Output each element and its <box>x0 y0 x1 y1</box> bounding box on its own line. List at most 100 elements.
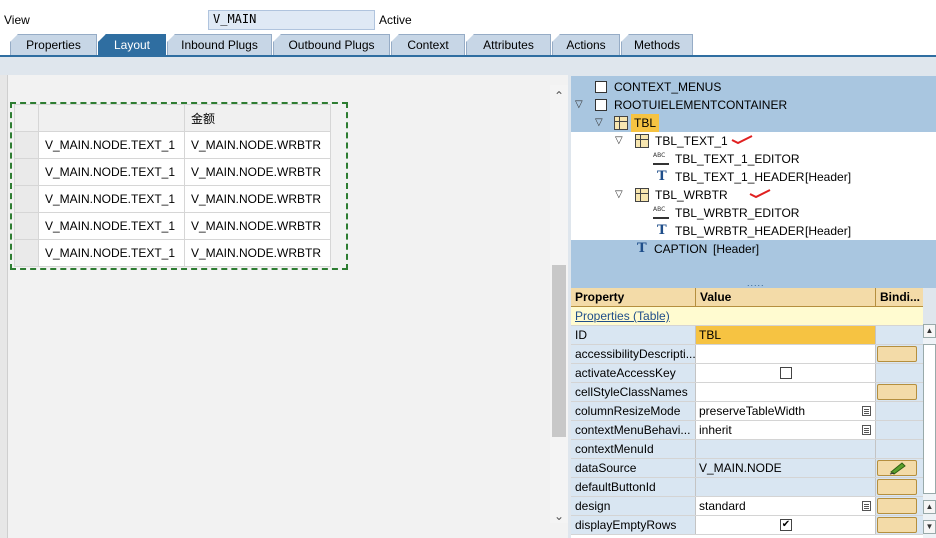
property-row-display-empty-rows[interactable]: displayEmptyRows ✔ <box>571 516 923 535</box>
scroll-up-icon[interactable]: ⌃ <box>552 89 566 103</box>
property-row-activate-access-key[interactable]: activateAccessKey <box>571 364 923 383</box>
property-value-dropdown[interactable]: standard <box>696 497 876 515</box>
binding-button[interactable] <box>877 517 917 533</box>
column-header-text-1 <box>38 104 185 132</box>
tree-node-tbl-wrbtr[interactable]: ▽ TBL_WRBTR <box>571 186 936 204</box>
layout-canvas[interactable]: 金额 V_MAIN.NODE.TEXT_1 V_MAIN.NODE.WRBTR … <box>0 57 568 538</box>
table-row: V_MAIN.NODE.TEXT_1 V_MAIN.NODE.WRBTR <box>14 239 331 267</box>
property-value-field[interactable]: TBL <box>696 326 876 344</box>
tab-layout[interactable]: Layout <box>98 34 166 56</box>
binding-column-header[interactable]: Bindi... <box>876 288 923 306</box>
scroll-down-icon[interactable]: ⌄ <box>552 509 566 523</box>
property-row-cell-style[interactable]: cellStyleClassNames <box>571 383 923 402</box>
property-grid-scrollbar[interactable]: ▲ ▲ ▼ <box>923 324 936 538</box>
table-cell-wrbtr: V_MAIN.NODE.WRBTR <box>184 158 331 186</box>
tree-node-context-menus[interactable]: CONTEXT_MENUS <box>571 78 936 96</box>
tree-node-label: CAPTION <box>654 242 708 256</box>
tree-node-root-container[interactable]: ▽ ROOTUIELEMENTCONTAINER <box>571 96 936 114</box>
dropdown-value: preserveTableWidth <box>699 404 806 418</box>
tree-node-tbl-text-1-editor[interactable]: ABC TBL_TEXT_1_EDITOR <box>571 150 936 168</box>
checkbox-unchecked[interactable] <box>780 367 792 379</box>
table-cell-text-1: V_MAIN.NODE.TEXT_1 <box>38 131 185 159</box>
canvas-vertical-scrollbar[interactable]: ⌃ ⌄ <box>550 85 568 523</box>
checkbox-checked[interactable]: ✔ <box>780 519 792 531</box>
binding-button[interactable] <box>877 384 917 400</box>
property-name: contextMenuBehavi... <box>571 421 696 439</box>
tab-methods[interactable]: Methods <box>621 34 693 56</box>
tree-node-tbl-text-1[interactable]: ▽ TBL_TEXT_1 <box>571 132 936 150</box>
value-column-header[interactable]: Value <box>696 288 876 306</box>
property-value-dropdown[interactable]: preserveTableWidth <box>696 402 876 420</box>
binding-button[interactable] <box>877 346 917 362</box>
tree-node-label: CONTEXT_MENUS <box>614 80 722 94</box>
property-value-field[interactable]: V_MAIN.NODE <box>696 459 876 477</box>
binding-cell <box>876 402 923 420</box>
property-name: design <box>571 497 696 515</box>
collapse-triangle-icon[interactable]: ▽ <box>575 96 583 114</box>
binding-button[interactable] <box>877 498 917 514</box>
scroll-up-icon[interactable]: ▲ <box>923 500 936 514</box>
view-header: View V_MAIN Active <box>0 0 936 32</box>
collapse-triangle-icon[interactable]: ▽ <box>595 114 603 132</box>
property-value-field[interactable] <box>696 440 876 458</box>
tab-inbound-plugs[interactable]: Inbound Plugs <box>167 34 272 56</box>
property-row-default-button-id[interactable]: defaultButtonId <box>571 478 923 497</box>
red-check-mark-icon <box>731 135 753 145</box>
dropdown-list-icon[interactable] <box>862 501 871 511</box>
scroll-thumb[interactable] <box>552 265 566 437</box>
tree-node-label: TBL_TEXT_1 <box>655 134 728 148</box>
row-header-cell <box>14 185 39 213</box>
tree-node-suffix: [Header] <box>713 242 760 256</box>
property-value-dropdown[interactable]: inherit <box>696 421 876 439</box>
tree-node-label: TBL_TEXT_1_EDITOR <box>675 152 800 166</box>
tree-node-tbl-wrbtr-header[interactable]: T TBL_WRBTR_HEADER [Header] <box>571 222 936 240</box>
binding-cell <box>876 383 923 401</box>
table-column-icon <box>635 188 649 202</box>
tree-node-tbl[interactable]: ▽ TBL <box>571 114 936 132</box>
property-value-field[interactable] <box>696 383 876 401</box>
property-grid: Property Value Bindi... Properties (Tabl… <box>571 288 923 538</box>
binding-cell <box>876 326 923 344</box>
tab-context[interactable]: Context <box>391 34 465 56</box>
row-header-cell <box>14 104 39 132</box>
scroll-thumb[interactable] <box>923 344 936 494</box>
property-column-header[interactable]: Property <box>571 288 696 306</box>
property-row-context-menu-id[interactable]: contextMenuId <box>571 440 923 459</box>
tab-properties[interactable]: Properties <box>10 34 97 56</box>
table-cell-wrbtr: V_MAIN.NODE.WRBTR <box>184 212 331 240</box>
property-section-link[interactable]: Properties (Table) <box>575 309 670 323</box>
property-row-id[interactable]: ID TBL <box>571 326 923 345</box>
dropdown-list-icon[interactable] <box>862 425 871 435</box>
tree-node-label: TBL_WRBTR_EDITOR <box>675 206 800 220</box>
view-status: Active <box>379 13 412 27</box>
property-row-data-source[interactable]: dataSource V_MAIN.NODE <box>571 459 923 478</box>
splitter-grip[interactable]: ..... <box>747 278 765 288</box>
property-value-field[interactable] <box>696 478 876 496</box>
dropdown-list-icon[interactable] <box>862 406 871 416</box>
scroll-up-icon[interactable]: ▲ <box>923 324 936 338</box>
binding-button[interactable] <box>877 460 917 476</box>
tree-node-tbl-text-1-header[interactable]: T TBL_TEXT_1_HEADER [Header] <box>571 168 936 186</box>
collapse-triangle-icon[interactable]: ▽ <box>615 132 623 150</box>
tree-node-tbl-wrbtr-editor[interactable]: ABC TBL_WRBTR_EDITOR <box>571 204 936 222</box>
tab-attributes[interactable]: Attributes <box>466 34 551 56</box>
view-label: View <box>4 13 30 27</box>
property-name: dataSource <box>571 459 696 477</box>
layout-table-preview[interactable]: 金额 V_MAIN.NODE.TEXT_1 V_MAIN.NODE.WRBTR … <box>14 104 331 267</box>
scroll-down-icon[interactable]: ▼ <box>923 520 936 534</box>
binding-cell <box>876 497 923 515</box>
property-value-field[interactable] <box>696 345 876 363</box>
collapse-triangle-icon[interactable]: ▽ <box>615 186 623 204</box>
property-row-context-menu-behavior[interactable]: contextMenuBehavi... inherit <box>571 421 923 440</box>
property-row-accessibility[interactable]: accessibilityDescripti... <box>571 345 923 364</box>
tab-outbound-plugs[interactable]: Outbound Plugs <box>273 34 390 56</box>
tab-actions[interactable]: Actions <box>552 34 620 56</box>
table-cell-text-1: V_MAIN.NODE.TEXT_1 <box>38 158 185 186</box>
binding-button[interactable] <box>877 479 917 495</box>
tree-node-caption[interactable]: T CAPTION [Header] <box>571 240 936 258</box>
property-row-design[interactable]: design standard <box>571 497 923 516</box>
input-field-icon: ABC <box>653 153 669 165</box>
view-name-field[interactable]: V_MAIN <box>208 10 375 30</box>
property-row-column-resize[interactable]: columnResizeMode preserveTableWidth <box>571 402 923 421</box>
binding-cell <box>876 459 923 477</box>
